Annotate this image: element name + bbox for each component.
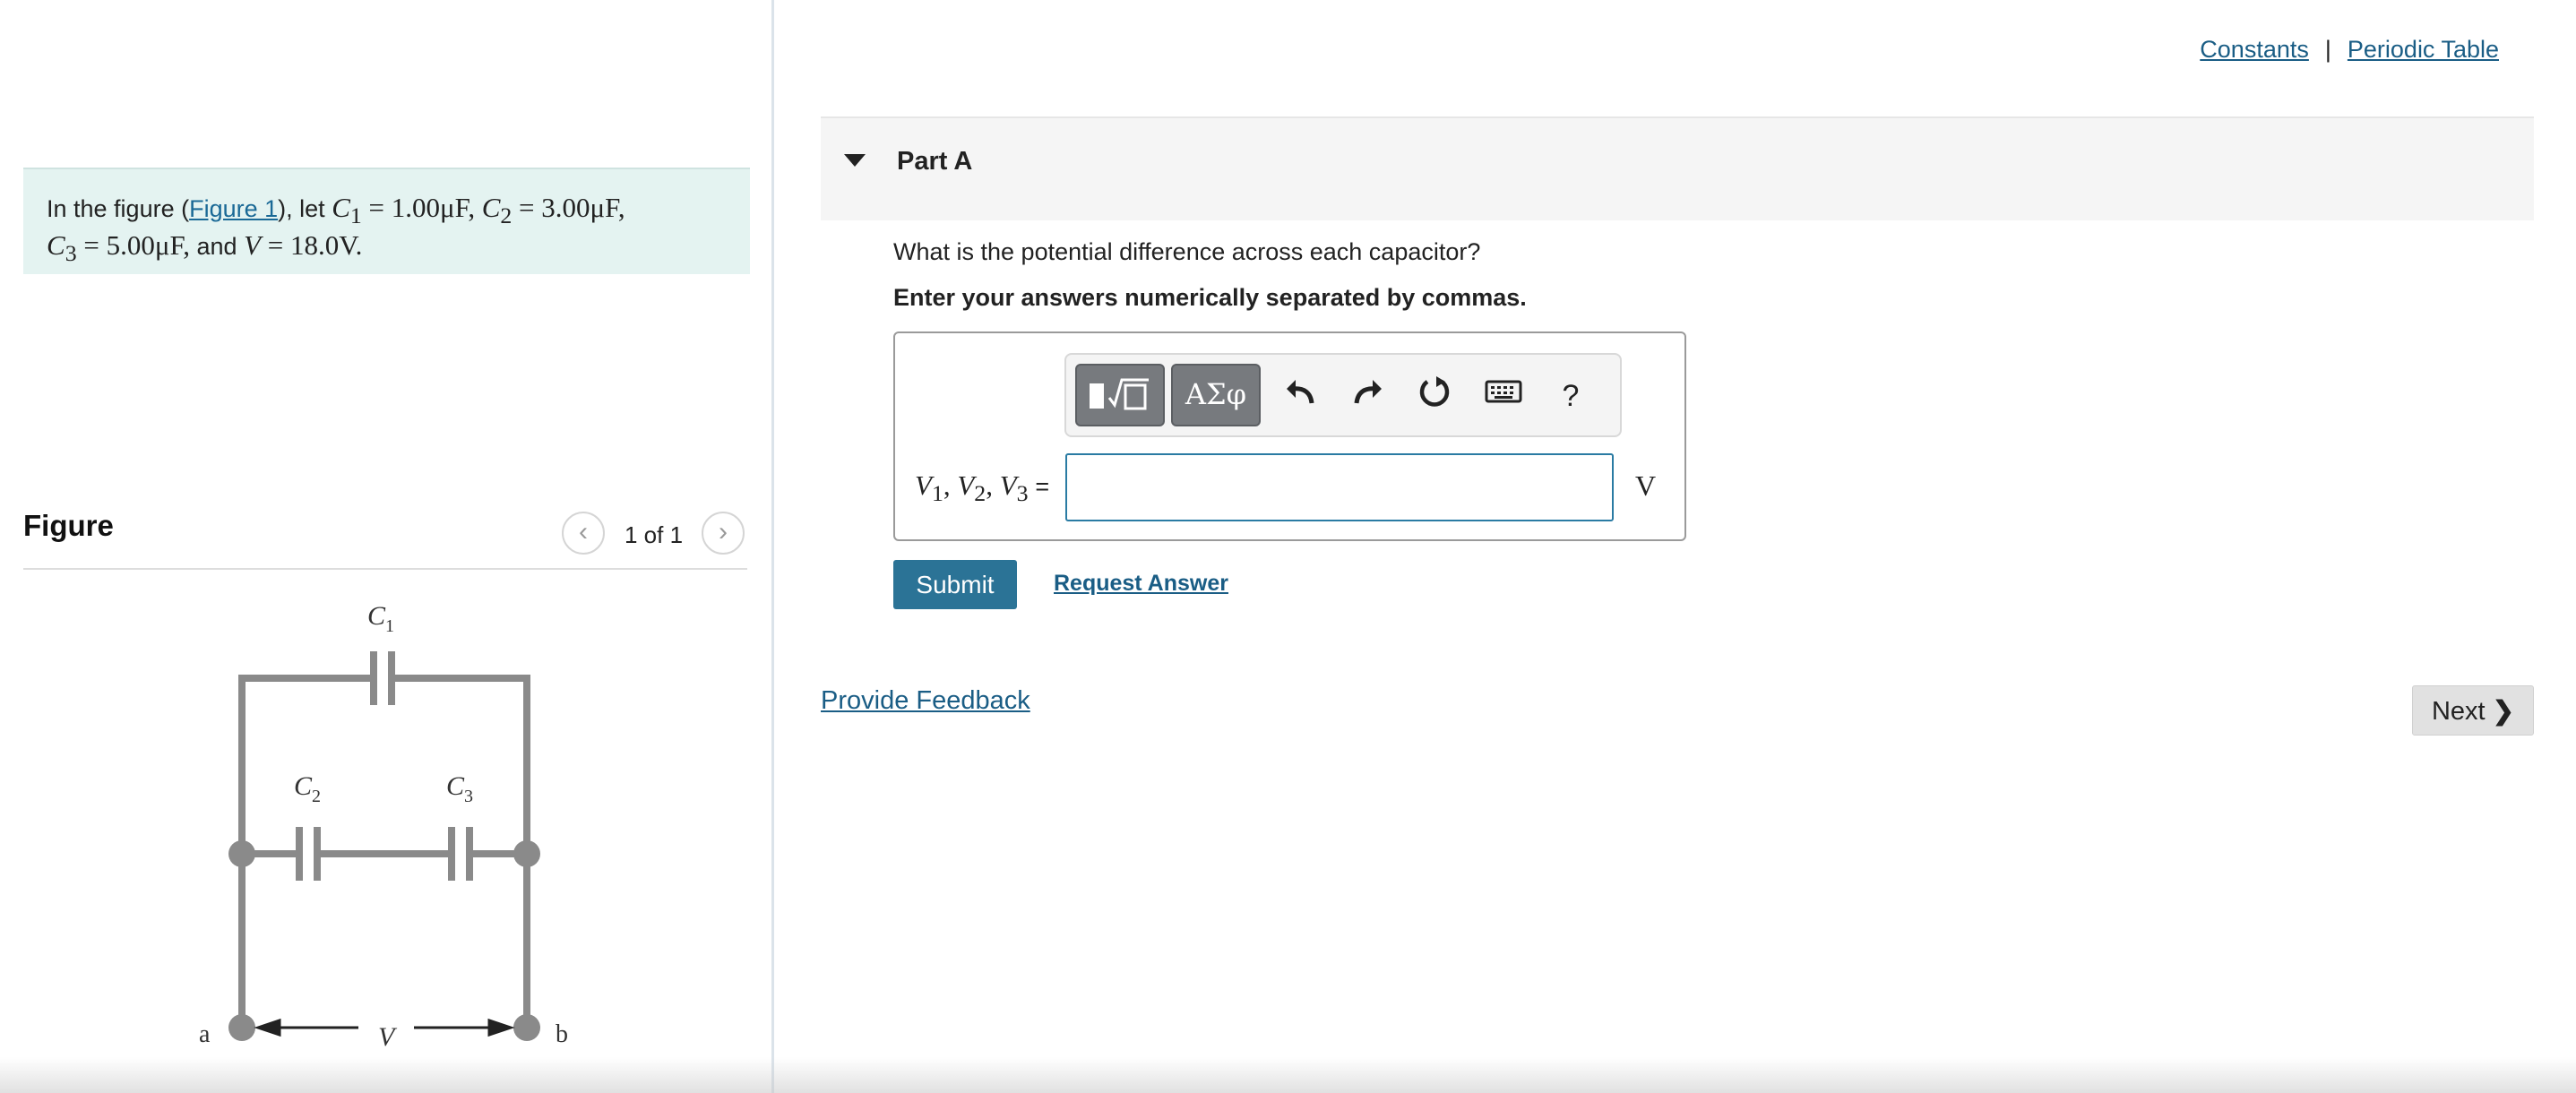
circuit-nodes [228,840,540,1041]
answer-input[interactable] [1065,453,1614,521]
pane-divider[interactable] [771,0,774,1093]
resource-links: Constants | Periodic Table [2200,36,2499,64]
link-separator: | [2324,36,2331,63]
collapse-caret-icon[interactable] [844,154,866,167]
previous-figure-button[interactable]: ‹ [562,512,605,555]
keyboard-icon[interactable] [1480,373,1527,419]
circuit-diagram: C1 C2 C3 a b V [199,601,568,1052]
problem-line-1: In the figure (Figure 1), let C1 = 1.00μ… [47,193,727,230]
c1-expression: C1 = 1.00μF, [332,192,476,229]
chevron-right-icon: ❯ [2492,696,2514,726]
answer-box: ΑΣφ ? V1, V2, V3 = V [893,331,1686,541]
circuit-wires [238,651,530,1028]
label-b: b [556,1020,568,1048]
terminal-a [228,1014,255,1041]
and-text: and [196,233,237,261]
constants-link[interactable]: Constants [2200,36,2309,63]
problem-suffix: ), let [278,195,325,222]
label-v: V [378,1022,398,1052]
next-figure-button[interactable]: › [702,512,745,555]
unit-label: V [1635,469,1657,502]
figure-divider [23,568,747,570]
arrow-right-head [487,1018,515,1037]
instruction-text: Enter your answers numerically separated… [893,284,1527,311]
label-a: a [199,1020,211,1048]
problem-line-2: C3 = 5.00μF, and V = 18.0V. [47,230,727,268]
v-expression: V = 18.0V. [244,229,363,262]
label-c3: C3 [446,771,473,806]
math-toolbar: ΑΣφ ? [1064,353,1622,437]
label-c2: C2 [294,771,321,806]
symbols-button[interactable]: ΑΣφ [1171,364,1261,426]
figure-counter: 1 of 1 [625,521,684,548]
submit-button[interactable]: Submit [893,560,1017,609]
problem-statement: In the figure (Figure 1), let C1 = 1.00μ… [23,168,750,274]
c3-expression: C3 = 5.00μF, [47,229,190,267]
part-a-header[interactable]: Part A [821,118,2534,220]
figure-link[interactable]: Figure 1 [189,195,278,222]
problem-prefix: In the figure ( [47,195,190,222]
part-title: Part A [897,147,973,176]
provide-feedback-link[interactable]: Provide Feedback [821,686,1030,716]
answer-variable-label: V1, V2, V3 = [915,469,1050,507]
label-c1: C1 [367,601,394,636]
templates-icon [1090,378,1149,410]
periodic-table-link[interactable]: Periodic Table [2348,36,2499,63]
redo-icon[interactable] [1344,373,1391,419]
bottom-shadow [0,1057,2576,1093]
question-text: What is the potential difference across … [893,238,1481,265]
templates-button[interactable] [1075,364,1165,426]
arrow-left-head [254,1018,281,1037]
node-right [513,840,540,867]
figure-title: Figure [23,509,114,542]
next-label: Next [2431,696,2486,726]
terminal-b [513,1014,540,1041]
request-answer-link[interactable]: Request Answer [1054,571,1228,597]
figure-pane: In the figure (Figure 1), let C1 = 1.00μ… [0,0,772,1093]
help-button[interactable]: ? [1547,373,1594,419]
circuit-labels: C1 C2 C3 a b V [199,601,568,1052]
reset-icon[interactable] [1411,373,1458,419]
undo-icon[interactable] [1278,373,1324,419]
next-button[interactable]: Next ❯ [2412,685,2534,736]
c2-expression: C2 = 3.00μF, [481,192,625,229]
node-left [228,840,255,867]
